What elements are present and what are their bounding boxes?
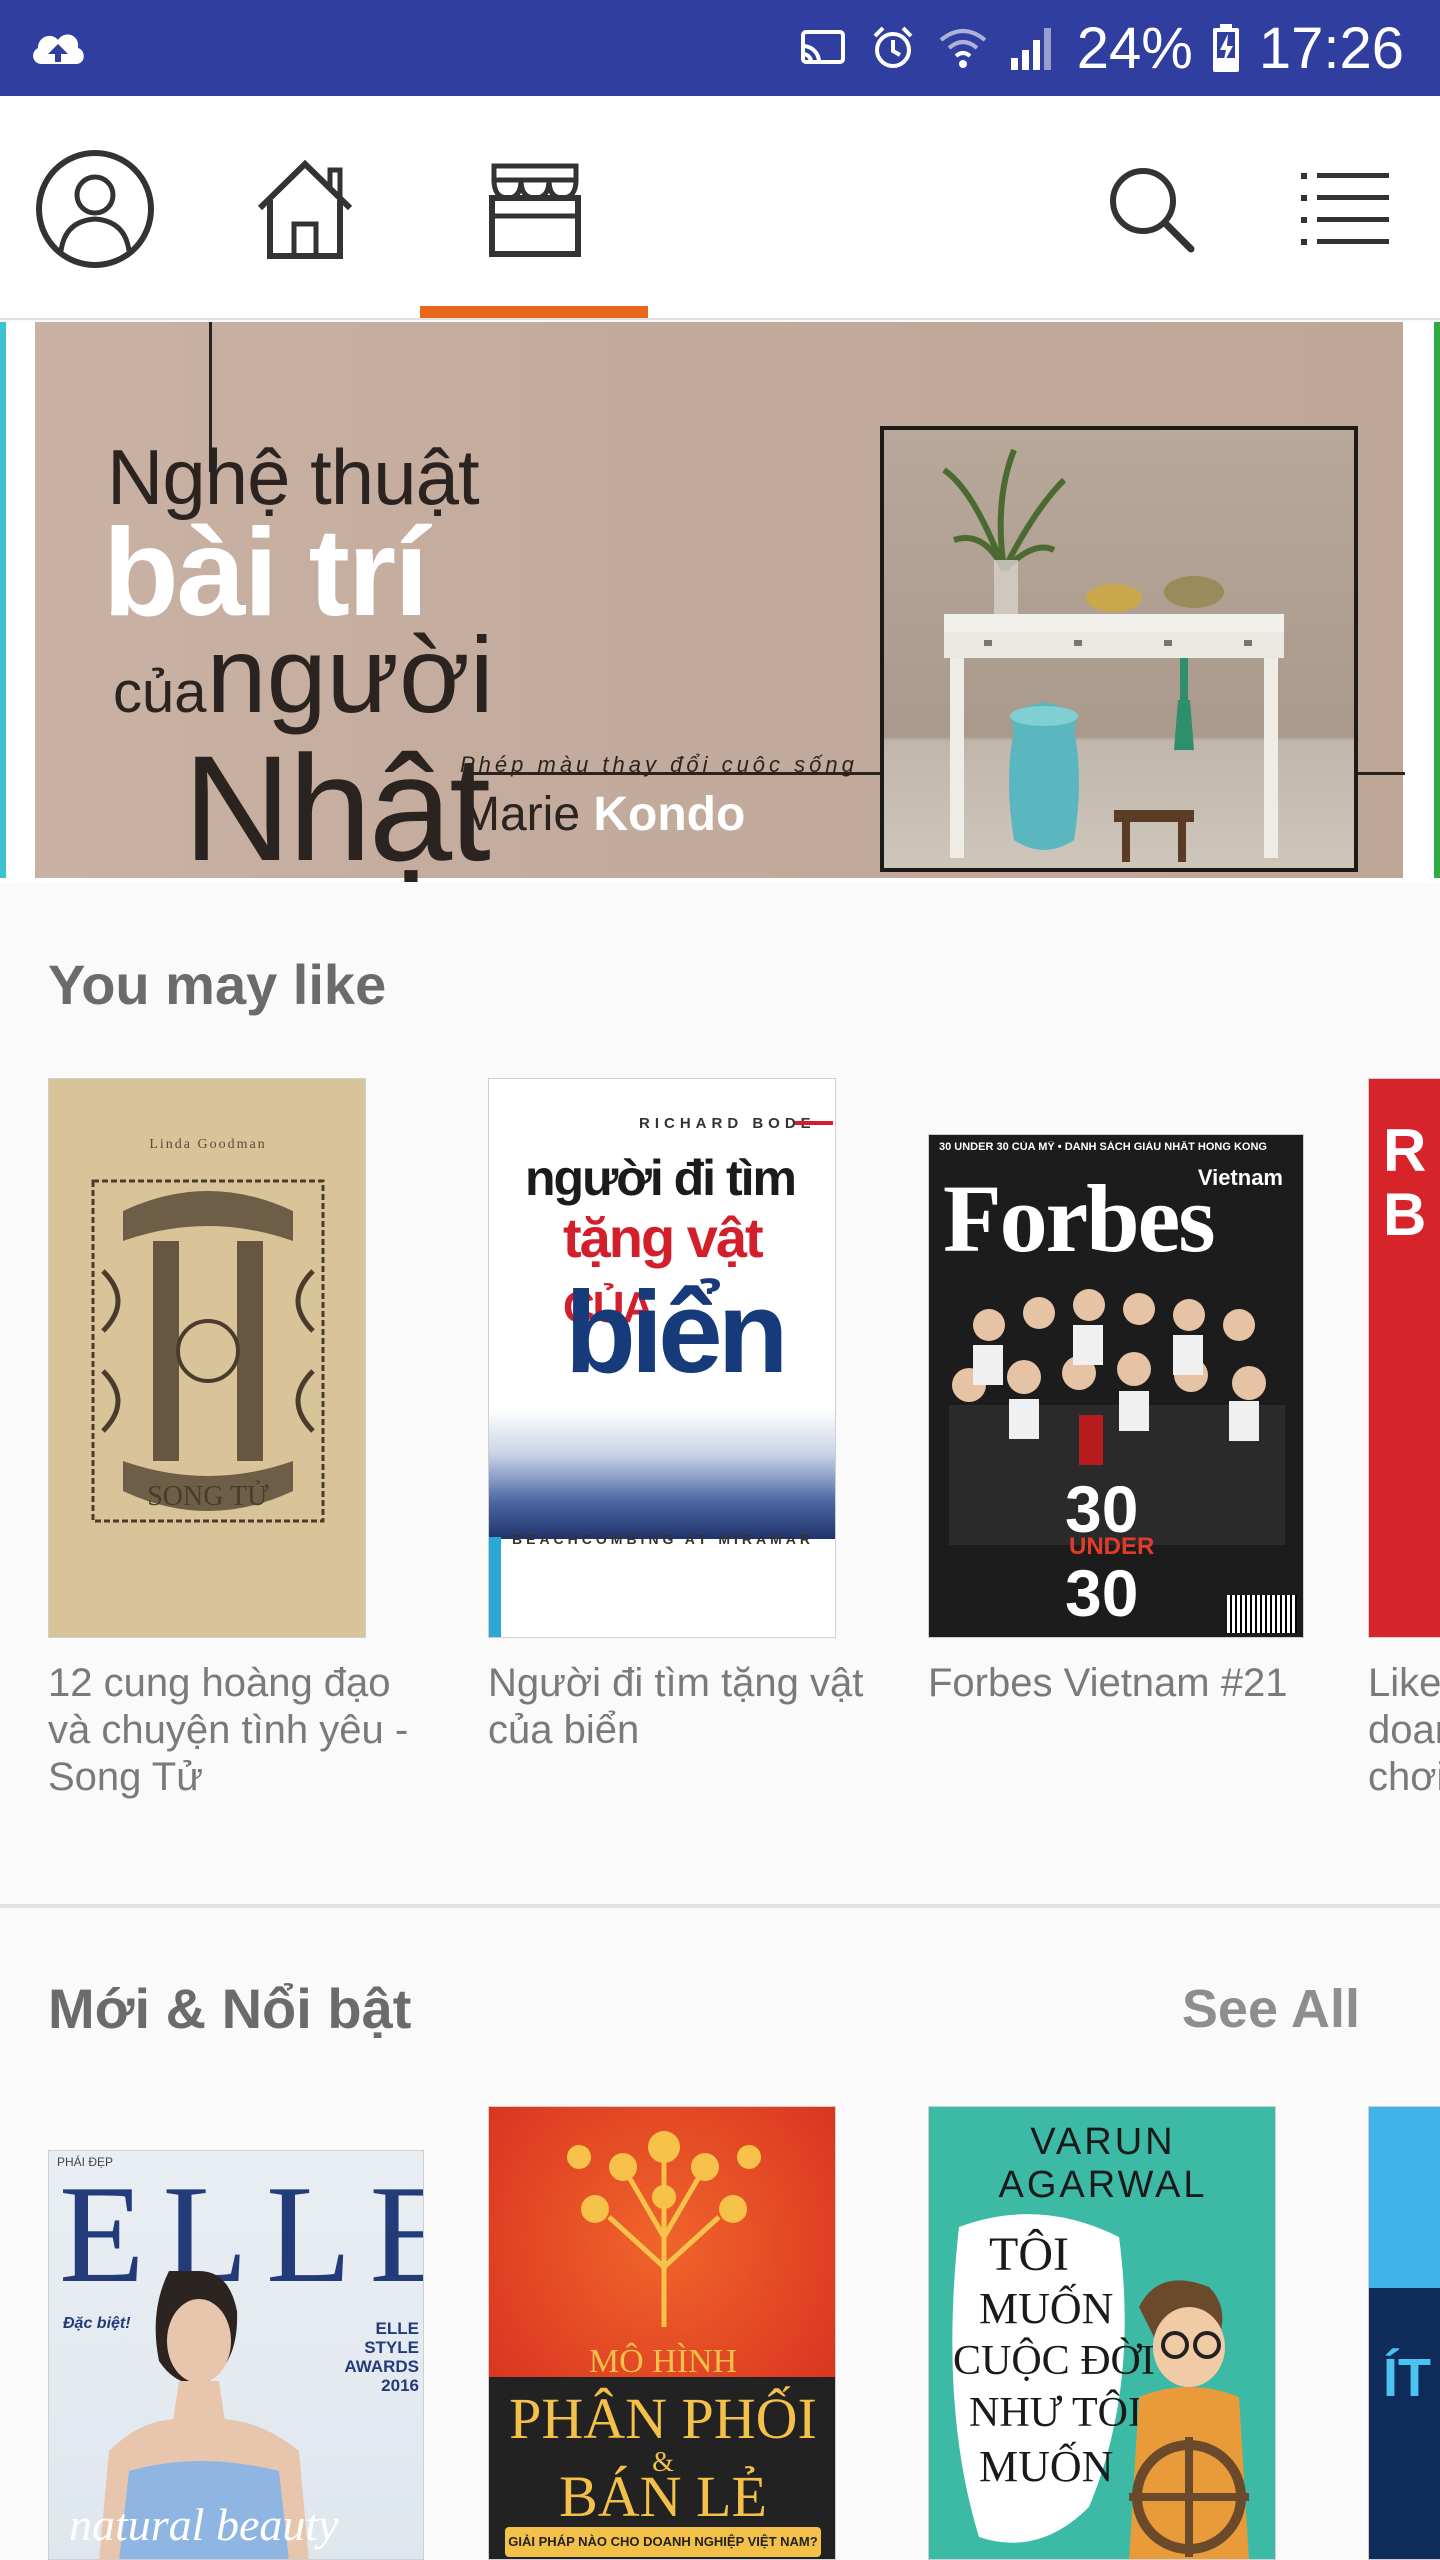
profile-button[interactable]	[30, 144, 160, 274]
status-bar: 24% 17:26	[0, 0, 1440, 96]
cover-title: ÍT	[1383, 2348, 1431, 2408]
banner-subtitle: Phép màu thay đổi cuộc sống	[460, 752, 858, 777]
book-card[interactable]: VARUN AGARWAL TÔI MUỐN CUỘC ĐỜI NHƯ TÔI …	[928, 2106, 1278, 2560]
cover-title-line: MUỐN	[979, 2284, 1114, 2333]
section-title-you-may-like: You may like	[48, 953, 387, 1016]
top-nav-bar	[0, 96, 1440, 320]
banner-image: Nghệ thuật bài trí củangười Nhật Phép mà…	[35, 322, 1405, 882]
section-title-new-featured: Mới & Nổi bật	[48, 1977, 412, 2040]
banner-title-line: củangười	[113, 612, 494, 737]
cover-title-line: MUỐN	[979, 2442, 1114, 2491]
book-card[interactable]: RICHARD BODE người đi tìm tặng vật CỦA b…	[488, 1078, 888, 1818]
cast-icon	[797, 22, 849, 74]
banner-edge	[1434, 322, 1440, 878]
cover-title-word: tặng vật	[563, 1206, 764, 1269]
book-cover: MÔ HÌNH PHÂN PHỐI & BÁN LẺ GIẢI PHÁP NÀO…	[488, 2106, 836, 2560]
book-title: Người đi tìm tặng vật của biển	[488, 1661, 864, 1752]
cover-character	[1129, 2280, 1249, 2559]
home-button[interactable]	[240, 144, 370, 274]
section-divider	[0, 1904, 1440, 1908]
book-cover: ÍT	[1368, 2106, 1440, 2560]
book-cover: 30 UNDER 30 CỦA MỸ • DANH SÁCH GIÀU NHẤT…	[928, 1134, 1304, 1638]
cover-title-line: MÔ HÌNH	[588, 2343, 738, 2380]
book-card[interactable]: MÔ HÌNH PHÂN PHỐI & BÁN LẺ GIẢI PHÁP NÀO…	[488, 2106, 838, 2560]
battery-charging-icon	[1211, 22, 1241, 74]
alarm-icon	[867, 22, 919, 74]
cover-brand: Forbes	[943, 1165, 1216, 1272]
signal-icon	[1007, 22, 1059, 74]
cover-title: SONG TỬ	[147, 1481, 269, 1512]
cover-barcode	[1227, 1595, 1297, 1633]
book-cover: Linda Goodman SONG TỬ	[48, 1078, 366, 1638]
book-cover: PHÁI ĐẸP ELLE Đặc biệt! ELLE STYLE AWARD…	[48, 2150, 424, 2560]
cover-title: R B	[1383, 1117, 1427, 1248]
cover-title-line: biển	[565, 1267, 788, 1397]
see-all-link[interactable]: See All	[1182, 1978, 1360, 2040]
cloud-upload-icon	[28, 22, 88, 74]
cover-accent	[795, 1121, 833, 1125]
wifi-icon	[937, 22, 989, 74]
menu-button[interactable]	[1280, 144, 1410, 274]
cover-author: RICHARD BODE	[639, 1115, 816, 1132]
book-title: Like doan chơi	[1368, 1661, 1440, 1799]
cover-side-text: Đặc biệt!	[63, 2315, 131, 2332]
cover-foot-text: natural beauty	[69, 2499, 339, 2550]
book-card[interactable]: PHÁI ĐẸP ELLE Đặc biệt! ELLE STYLE AWARD…	[48, 2150, 428, 2560]
cover-title-line: BÁN LẺ	[559, 2464, 767, 2529]
cover-author: Linda Goodman	[149, 1137, 267, 1152]
cover-title-line: TÔI	[989, 2228, 1069, 2281]
cover-title-line: PHÂN PHỐI	[509, 2386, 817, 2451]
cover-footer: GIẢI PHÁP NÀO CHO DOANH NGHIỆP VIỆT NAM?	[505, 2527, 821, 2557]
book-card[interactable]: Linda Goodman SONG TỬ 12 cung hoàng đạo …	[48, 1078, 438, 1818]
cover-spine-stripe	[489, 1537, 501, 1637]
cover-title-line: người đi tìm	[525, 1150, 797, 1206]
book-cover: VARUN AGARWAL TÔI MUỐN CUỘC ĐỜI NHƯ TÔI …	[928, 2106, 1276, 2560]
author-first-name: Marie	[460, 788, 581, 841]
cover-sea	[489, 1409, 835, 1539]
profile-icon	[36, 150, 154, 268]
battery-percent: 24%	[1076, 15, 1193, 81]
active-tab-indicator	[420, 306, 648, 318]
menu-icon	[1301, 173, 1389, 245]
gemini-emblem	[91, 1179, 325, 1523]
book-card[interactable]: ÍT	[1368, 2106, 1440, 2560]
banner-author: Marie Kondo	[460, 787, 745, 842]
banner-title-word: người	[206, 614, 494, 735]
author-last-name: Kondo	[593, 788, 746, 841]
search-icon	[1110, 168, 1195, 253]
book-card[interactable]: 30 UNDER 30 CỦA MỸ • DANH SÁCH GIÀU NHẤT…	[928, 1078, 1328, 1818]
book-cover: R B	[1368, 1078, 1440, 1638]
home-icon	[257, 159, 353, 259]
search-button[interactable]	[1086, 144, 1216, 274]
store-button[interactable]	[470, 144, 600, 274]
promo-banner[interactable]: Nghệ thuật bài trí củangười Nhật Phép mà…	[0, 322, 1440, 882]
book-card[interactable]: R B Like doan chơi	[1368, 1078, 1440, 1818]
store-icon	[489, 163, 581, 257]
clock: 17:26	[1258, 15, 1404, 81]
book-title: 12 cung hoàng đạo và chuyện tình yêu - S…	[48, 1661, 409, 1799]
cover-tree	[567, 2131, 761, 2327]
cover-side-text: ELLE STYLE AWARDS 2016	[344, 2319, 419, 2395]
banner-title-line: Nhật	[183, 724, 491, 882]
banner-edge	[0, 322, 6, 878]
book-title: Forbes Vietnam #21	[928, 1661, 1288, 1705]
cover-author: VARUN AGARWAL	[998, 2121, 1208, 2206]
cover-footer: BEACHCOMBING AT MIRAMAR	[512, 1531, 814, 1547]
banner-photo	[880, 426, 1358, 872]
cover-number: 30	[1065, 1556, 1139, 1630]
cover-headline: 30 UNDER 30 CỦA MỸ • DANH SÁCH GIÀU NHẤT…	[939, 1141, 1267, 1153]
banner-title-small: của	[113, 660, 207, 725]
book-cover: RICHARD BODE người đi tìm tặng vật CỦA b…	[488, 1078, 836, 1638]
